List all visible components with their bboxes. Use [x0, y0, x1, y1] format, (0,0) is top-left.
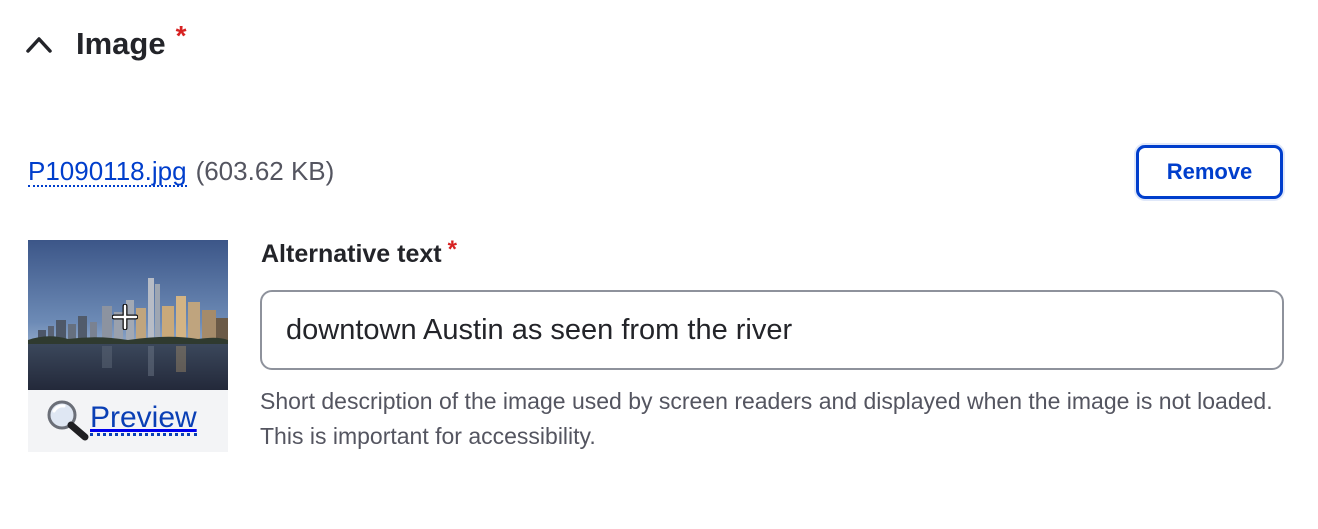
- alt-text-required-marker: *: [447, 236, 457, 263]
- file-link[interactable]: P1090118.jpg: [28, 157, 187, 187]
- move-cursor-icon: [112, 304, 138, 330]
- file-info: P1090118.jpg (603.62 KB): [28, 156, 334, 187]
- image-section-toggle[interactable]: Image *: [24, 20, 187, 62]
- required-marker: *: [175, 20, 187, 51]
- remove-button[interactable]: Remove: [1136, 145, 1283, 199]
- alt-text-label: Alternative text *: [261, 236, 457, 269]
- preview-label: Preview: [90, 401, 197, 436]
- alt-text-label-text: Alternative text: [261, 240, 442, 268]
- chevron-up-icon: [26, 37, 52, 53]
- alt-text-input[interactable]: [260, 290, 1284, 370]
- section-title: Image: [76, 26, 166, 61]
- preview-link[interactable]: Preview: [42, 397, 197, 441]
- image-field-widget: Image * P1090118.jpg (603.62 KB) Remove: [0, 0, 1318, 529]
- image-thumbnail[interactable]: Preview: [28, 240, 228, 452]
- file-size: (603.62 KB): [195, 156, 335, 186]
- alt-text-description: Short description of the image used by s…: [260, 388, 1273, 449]
- magnifier-icon: [47, 400, 89, 441]
